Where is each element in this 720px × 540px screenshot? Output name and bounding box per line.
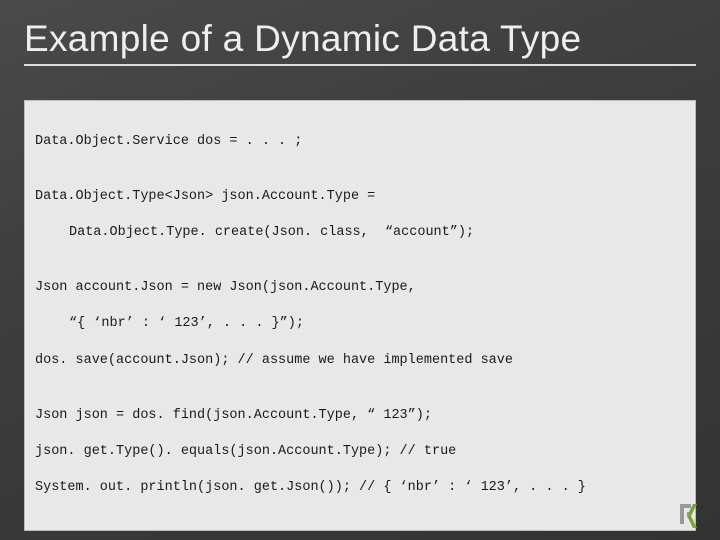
code-line: Data.Object.Service dos = . . . ;: [35, 133, 685, 151]
slide: Example of a Dynamic Data Type Data.Obje…: [0, 0, 720, 540]
code-line: dos. save(account.Json); // assume we ha…: [35, 352, 685, 370]
slide-title: Example of a Dynamic Data Type: [24, 18, 696, 60]
code-line: System. out. println(json. get.Json()); …: [35, 479, 685, 497]
code-line: “{ ‘nbr’ : ‘ 123’, . . . }”);: [35, 315, 685, 333]
code-line: json. get.Type(). equals(json.Account.Ty…: [35, 443, 685, 461]
code-line: Json json = dos. find(json.Account.Type,…: [35, 407, 685, 425]
code-line: Data.Object.Type. create(Json. class, “a…: [35, 224, 685, 242]
brand-logo-icon: [680, 504, 704, 528]
title-underline: [24, 64, 696, 66]
code-block: Data.Object.Service dos = . . . ; Data.O…: [24, 100, 696, 531]
code-line: Data.Object.Type<Json> json.Account.Type…: [35, 188, 685, 206]
code-line: Json account.Json = new Json(json.Accoun…: [35, 279, 685, 297]
